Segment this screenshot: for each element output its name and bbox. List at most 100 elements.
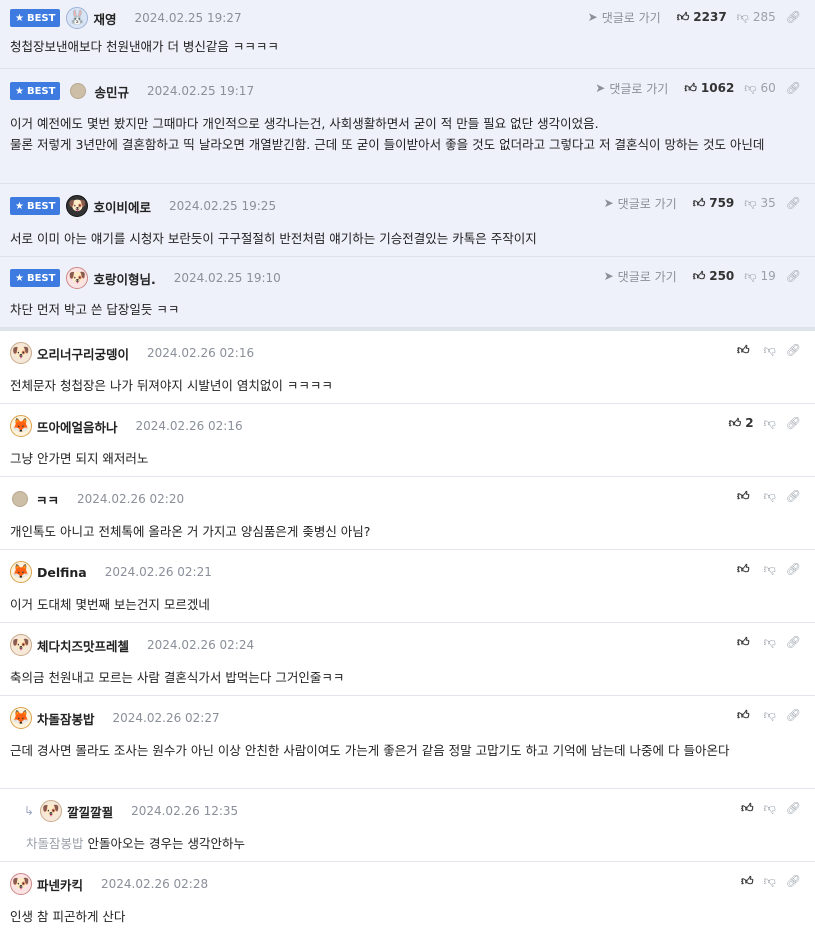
comment-text: 근데 경사면 몰라도 조사는 원수가 아닌 이상 안친한 사람이여도 가는게 좋… xyxy=(10,743,730,758)
comment-date: 2024.02.26 02:20 xyxy=(77,492,185,506)
comment-date: 2024.02.26 02:24 xyxy=(147,638,255,652)
arrow-icon: ➤ xyxy=(595,81,606,95)
downvote-button[interactable]: 👎︎ xyxy=(764,708,776,723)
reply-to-name[interactable]: 차돌잠봉밥 xyxy=(26,836,84,851)
comment-header: 🐶 오리너구리궁뎅이 2024.02.26 02:16 xyxy=(10,331,815,375)
avatar[interactable]: 🦊 xyxy=(10,561,32,583)
author-name[interactable]: 뜨아에얼음하나 xyxy=(37,417,118,436)
link-icon[interactable]: 🔗︎ xyxy=(786,343,801,357)
comment-header: 🐶 체다치즈맛프레첼 2024.02.26 02:24 xyxy=(10,623,815,667)
thumbs-down-icon: 👎︎ xyxy=(763,488,776,503)
comment-header: 🦊 Delfina 2024.02.26 02:21 xyxy=(10,550,815,594)
downvote-button[interactable]: 👎︎ xyxy=(764,801,776,816)
thumbs-up-icon: 👍︎ xyxy=(728,415,742,430)
upvote-button[interactable]: 👍︎ 2237 xyxy=(677,10,727,25)
comment-item: 🐶 오리너구리궁뎅이 2024.02.26 02:16 전체문자 청첩장은 나가… xyxy=(0,331,815,404)
avatar[interactable]: 🐶 xyxy=(10,873,32,895)
goto-comment-link[interactable]: ➤ 댓글로 가기 xyxy=(588,9,661,26)
avatar[interactable]: 🐰 xyxy=(66,7,89,29)
star-icon: ★ xyxy=(15,85,24,97)
upvote-button[interactable]: 👍︎ xyxy=(737,562,754,577)
upvote-button[interactable]: 👍︎ xyxy=(741,874,754,889)
comment-actions: ➤ 댓글로 가기 👍︎ 250 👎︎ 19 🔗︎ xyxy=(604,257,801,295)
avatar[interactable]: 🦊 xyxy=(10,707,32,729)
comment-text: 차단 먼저 박고 쓴 답장일듯 ㅋㅋ xyxy=(10,302,180,317)
downvote-button[interactable]: 👎︎ xyxy=(764,343,776,358)
link-icon[interactable]: 🔗︎ xyxy=(786,801,801,815)
link-icon[interactable]: 🔗︎ xyxy=(786,81,801,95)
avatar[interactable]: 🐶 xyxy=(10,634,32,656)
author-name[interactable]: ㅋㅋ xyxy=(36,490,59,509)
link-icon[interactable]: 🔗︎ xyxy=(786,635,801,649)
downvote-button[interactable]: 👎︎ xyxy=(764,416,776,431)
author-name[interactable]: 오리너구리궁뎅이 xyxy=(37,344,129,363)
upvote-button[interactable]: 👍︎ xyxy=(737,635,754,650)
upvote-button[interactable]: 👍︎ 250 xyxy=(693,269,735,284)
author-name[interactable]: 재영 xyxy=(93,9,116,28)
author-name[interactable]: 체다치즈맛프레첼 xyxy=(37,636,129,655)
avatar[interactable]: 🐶 xyxy=(66,267,89,289)
comment-actions: 👍︎ 👎︎ 🔗︎ xyxy=(737,623,801,661)
thumbs-down-icon: 👎︎ xyxy=(763,634,776,649)
comment-item: 🦊 Delfina 2024.02.26 02:21 이거 도대체 몇번째 보는… xyxy=(0,550,815,623)
comment-actions: 👍︎ 👎︎ 🔗︎ xyxy=(737,550,801,588)
link-icon[interactable]: 🔗︎ xyxy=(786,196,801,210)
comment-date: 2024.02.25 19:27 xyxy=(134,11,242,25)
best-comment: ★ BEST 🐰 재영 2024.02.25 19:27 청첩장보낸애보다 천원낸… xyxy=(0,0,815,69)
link-icon[interactable]: 🔗︎ xyxy=(786,416,801,430)
reply-arrow-icon: ↳ xyxy=(24,804,35,818)
avatar[interactable]: 🐶 xyxy=(10,342,32,364)
author-name[interactable]: 파넨카킥 xyxy=(37,875,83,894)
downvote-button[interactable]: 👎︎ 285 xyxy=(737,10,776,25)
upvote-button[interactable]: 👍︎ 1062 xyxy=(684,81,734,96)
upvote-button[interactable]: 👍︎ 759 xyxy=(693,196,735,211)
upvote-button[interactable]: 👍︎ xyxy=(737,708,754,723)
author-name[interactable]: 차돌잠봉밥 xyxy=(37,709,95,728)
comment-date: 2024.02.25 19:17 xyxy=(146,84,255,98)
downvote-button[interactable]: 👎︎ xyxy=(764,874,776,889)
goto-comment-link[interactable]: ➤ 댓글로 가기 xyxy=(604,268,677,285)
avatar[interactable] xyxy=(70,83,87,99)
comment-header: 🦊 뜨아에얼음하나 2024.02.26 02:16 xyxy=(10,404,815,448)
upvote-button[interactable]: 👍︎ xyxy=(737,343,754,358)
link-icon[interactable]: 🔗︎ xyxy=(786,562,801,576)
downvote-button[interactable]: 👎︎ xyxy=(764,562,776,577)
best-comment: ★ BEST 🐶 호랑이형님. 2024.02.25 19:10 차단 먼저 박고… xyxy=(0,257,815,328)
avatar[interactable] xyxy=(12,491,28,507)
star-icon: ★ xyxy=(15,12,24,24)
author-name[interactable]: 호이비에로 xyxy=(93,197,151,216)
goto-comment-link[interactable]: ➤ 댓글로 가기 xyxy=(604,195,677,212)
avatar[interactable]: 🦊 xyxy=(10,415,32,437)
author-name[interactable]: 깔낄깔뀔 xyxy=(67,802,113,821)
link-icon[interactable]: 🔗︎ xyxy=(786,489,801,503)
link-icon[interactable]: 🔗︎ xyxy=(786,874,801,888)
author-name[interactable]: 송민규 xyxy=(94,82,129,101)
upvote-button[interactable]: 👍︎ 2 xyxy=(729,416,754,431)
best-badge: ★ BEST xyxy=(10,269,61,287)
comment-actions: ➤ 댓글로 가기 👍︎ 1062 👎︎ 60 🔗︎ xyxy=(595,69,801,107)
star-icon: ★ xyxy=(15,272,24,284)
author-name[interactable]: Delfina xyxy=(37,565,87,580)
thumbs-down-icon: 👎︎ xyxy=(744,195,757,210)
thumbs-down-icon: 👎︎ xyxy=(744,80,757,95)
downvote-button[interactable]: 👎︎ 60 xyxy=(744,81,775,96)
goto-comment-link[interactable]: ➤ 댓글로 가기 xyxy=(595,80,668,97)
best-comment: ★ BEST 🐶 호이비에로 2024.02.25 19:25 서로 이미 아는 … xyxy=(0,184,815,257)
author-name[interactable]: 호랑이형님. xyxy=(93,269,155,288)
thumbs-up-icon: 👍︎ xyxy=(692,195,706,210)
downvote-button[interactable]: 👎︎ xyxy=(764,489,776,504)
avatar[interactable]: 🐶 xyxy=(66,195,89,217)
upvote-button[interactable]: 👍︎ xyxy=(737,489,754,504)
link-icon[interactable]: 🔗︎ xyxy=(786,10,801,24)
link-icon[interactable]: 🔗︎ xyxy=(786,708,801,722)
thumbs-up-icon: 👍︎ xyxy=(737,561,750,576)
downvote-button[interactable]: 👎︎ 19 xyxy=(744,269,775,284)
arrow-icon: ➤ xyxy=(587,10,598,24)
avatar[interactable]: 🐶 xyxy=(40,800,63,822)
upvote-button[interactable]: 👍︎ xyxy=(741,801,754,816)
downvote-button[interactable]: 👎︎ 35 xyxy=(744,196,775,211)
thumbs-up-icon: 👍︎ xyxy=(676,9,690,24)
comment-header: ↳ 🐶 깔낄깔뀔 2024.02.26 12:35 xyxy=(10,789,815,833)
link-icon[interactable]: 🔗︎ xyxy=(786,269,801,283)
downvote-button[interactable]: 👎︎ xyxy=(764,635,776,650)
